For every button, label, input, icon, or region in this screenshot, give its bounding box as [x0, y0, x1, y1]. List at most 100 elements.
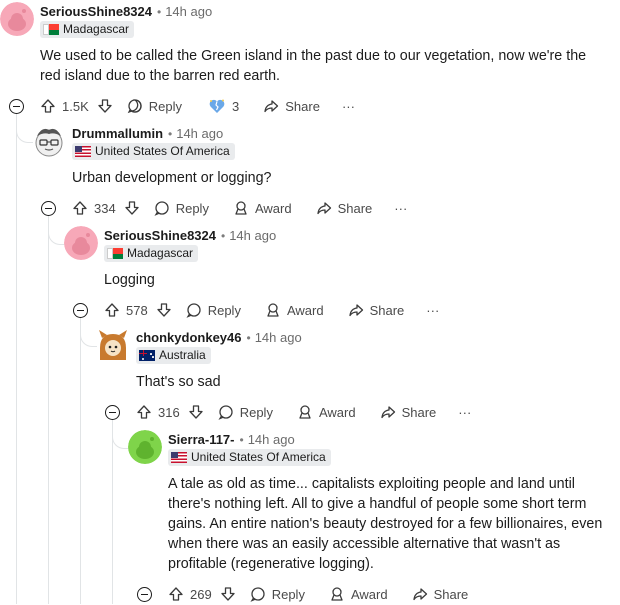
author-name[interactable]: SeriousShine8324: [104, 228, 216, 243]
more-options-button[interactable]: ···: [394, 201, 407, 216]
author-name[interactable]: Sierra-117-: [168, 432, 235, 447]
downvote-icon[interactable]: [124, 200, 140, 216]
award-button[interactable]: 3: [208, 98, 239, 114]
user-flair: United States Of America: [168, 449, 331, 466]
comment-meta: Sierra-117- • 14h ago: [168, 432, 295, 447]
reply-button[interactable]: Reply: [154, 200, 209, 216]
award-button[interactable]: Award: [233, 200, 292, 216]
comment-actions: 269 Reply Award Share: [168, 583, 468, 605]
share-button[interactable]: Share: [380, 404, 437, 420]
more-icon: ···: [394, 200, 408, 216]
flair-text: United States Of America: [95, 144, 230, 158]
separator-dot: •: [157, 5, 162, 19]
upvote-icon[interactable]: [104, 302, 120, 318]
downvote-icon[interactable]: [156, 302, 172, 318]
timestamp[interactable]: 14h ago: [229, 228, 276, 243]
comment-body: We used to be called the Green island in…: [40, 48, 587, 84]
collapse-icon[interactable]: [73, 303, 88, 318]
downvote-icon[interactable]: [188, 404, 204, 420]
reply-button[interactable]: Reply: [186, 302, 241, 318]
share-icon: [316, 200, 332, 216]
thread-line: [112, 418, 113, 604]
collapse-icon[interactable]: [9, 99, 24, 114]
usa-flag-icon: [75, 146, 91, 157]
downvote-icon[interactable]: [220, 586, 236, 602]
snoo-avatar-icon: [64, 226, 98, 260]
award-icon: [329, 586, 345, 602]
author-name[interactable]: chonkydonkey46: [136, 330, 242, 345]
vote-count: 578: [126, 302, 148, 318]
avatar[interactable]: [0, 2, 34, 36]
share-button[interactable]: Share: [263, 98, 320, 114]
award-label: Award: [254, 200, 292, 216]
more-options-button[interactable]: ···: [458, 405, 471, 420]
vote-count: 316: [158, 404, 180, 420]
user-flair: Madagascar: [104, 245, 199, 262]
user-flair: Madagascar: [40, 21, 135, 38]
avatar[interactable]: [32, 124, 66, 158]
separator-dot: •: [221, 229, 226, 243]
share-button[interactable]: Share: [316, 200, 372, 216]
reply-button[interactable]: Reply: [127, 98, 182, 114]
share-label: Share: [433, 586, 469, 602]
award-button[interactable]: Award: [297, 404, 356, 420]
reply-label: Reply: [271, 586, 305, 602]
more-options-button[interactable]: ···: [426, 303, 439, 318]
vote-count: 1.5K: [62, 98, 89, 114]
award-button[interactable]: Award: [265, 302, 324, 318]
comment-body: Urban development or logging?: [72, 170, 272, 186]
share-icon: [412, 586, 428, 602]
more-options-button[interactable]: ···: [342, 99, 355, 114]
snoo-avatar-icon: [99, 330, 127, 360]
comment-actions: 316 Reply Award Share ···: [136, 401, 471, 423]
share-button[interactable]: Share: [348, 302, 405, 318]
share-label: Share: [401, 404, 437, 420]
madagascar-flag-icon: [107, 248, 123, 259]
collapse-icon[interactable]: [137, 587, 152, 602]
thread-elbow: [48, 216, 65, 245]
award-icon: [233, 200, 249, 216]
timestamp[interactable]: 14h ago: [248, 432, 295, 447]
upvote-icon[interactable]: [168, 586, 184, 602]
timestamp[interactable]: 14h ago: [255, 330, 302, 345]
share-label: Share: [369, 302, 405, 318]
thread-elbow: [16, 112, 33, 143]
snoo-avatar-icon: [128, 430, 162, 464]
collapse-icon[interactable]: [105, 405, 120, 420]
more-icon: ···: [341, 98, 355, 114]
upvote-icon[interactable]: [72, 200, 88, 216]
comment-actions: 334 Reply Award Share ···: [72, 197, 407, 219]
reply-button[interactable]: Reply: [218, 404, 273, 420]
comment-meta: chonkydonkey46 • 14h ago: [136, 330, 302, 345]
reply-button[interactable]: Reply: [250, 586, 305, 602]
reply-label: Reply: [175, 200, 209, 216]
comment-actions: 578 Reply Award Share ···: [104, 299, 439, 321]
award-icon: [297, 404, 313, 420]
author-name[interactable]: SeriousShine8324: [40, 4, 152, 19]
upvote-icon[interactable]: [136, 404, 152, 420]
separator-dot: •: [246, 331, 251, 345]
comment-body: Logging: [104, 272, 155, 288]
share-label: Share: [285, 98, 320, 114]
timestamp[interactable]: 14h ago: [176, 126, 223, 141]
collapse-icon[interactable]: [41, 201, 56, 216]
thread-line: [48, 214, 49, 604]
share-icon: [263, 98, 279, 114]
author-name[interactable]: Drummallumin: [72, 126, 163, 141]
comment-actions: 1.5K Reply 3 Share ···: [40, 95, 355, 117]
comment-body: That's so sad: [136, 374, 221, 390]
separator-dot: •: [168, 127, 173, 141]
avatar[interactable]: [64, 226, 98, 260]
avatar[interactable]: [96, 328, 130, 362]
award-button[interactable]: Award: [329, 586, 388, 602]
avatar[interactable]: [128, 430, 162, 464]
downvote-icon[interactable]: [97, 98, 113, 114]
usa-flag-icon: [171, 452, 187, 463]
user-flair: United States Of America: [72, 143, 235, 160]
vote-count: 334: [94, 200, 116, 216]
upvote-icon[interactable]: [40, 98, 56, 114]
share-button[interactable]: Share: [412, 586, 469, 602]
thread-line: [80, 316, 81, 604]
comment-meta: SeriousShine8324 • 14h ago: [104, 228, 276, 243]
timestamp[interactable]: 14h ago: [165, 4, 212, 19]
